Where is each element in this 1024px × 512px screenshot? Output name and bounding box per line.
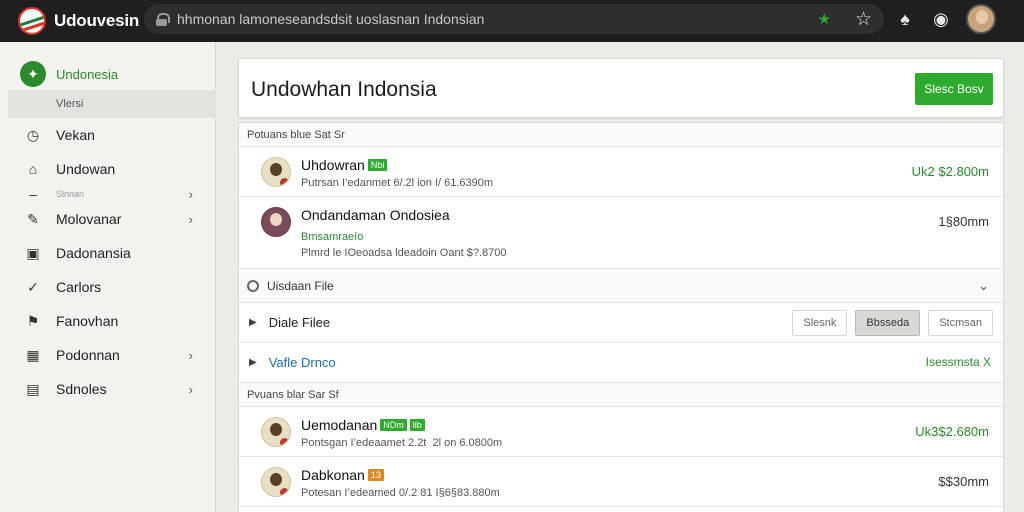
notification-icon[interactable]: ♠: [894, 9, 916, 30]
sidebar-item-label: Vekan: [56, 127, 95, 143]
primary-button[interactable]: Slesc Bosv: [915, 73, 993, 105]
address-bar[interactable]: hhmonan lamoneseandsdsit uoslasnan Indon…: [144, 4, 884, 34]
status-badge: NDm: [380, 419, 407, 431]
expand-label: Vafle Drnco: [268, 355, 336, 370]
person-name: Ondandaman Ondosiea: [301, 207, 450, 223]
sidebar-item-label: Dadonansia: [56, 245, 131, 261]
sidebar-item-label: Sdnoles: [56, 381, 107, 397]
list-item[interactable]: Uhdowran Nbi Putrsan I’edanmet 6/.2l ion …: [239, 147, 1003, 197]
person-name: Dabkonan 13: [301, 467, 384, 483]
lock-icon: [156, 12, 170, 26]
person-meta: Putrsan I’edanmet 6/.2l ion I/ 61.6390m: [301, 177, 494, 189]
list-item[interactable]: Uemodanan NDm lib Pontsgan I’edeaamet 2.2t…: [239, 407, 1003, 457]
square-icon: ▣: [26, 244, 40, 261]
list-item[interactable]: Ondandaman Ondosiea Bmsamraeío Plmrd le …: [239, 197, 1003, 269]
sidebar-item-fanovhan[interactable]: ⚑ Fanovhan: [0, 304, 215, 338]
avatar: [261, 157, 291, 187]
file-row[interactable]: Uisdaan File ⌄: [239, 269, 1003, 303]
sidebar-item-vekan[interactable]: ◷ Vekan: [0, 118, 215, 152]
avatar: [261, 417, 291, 447]
sidebar: ✦ Undonesia Vlersi ◷ Vekan ⌂ Undowan – S…: [0, 42, 216, 512]
home-icon: ⌂: [28, 161, 38, 177]
grid-icon: ▦: [26, 346, 40, 363]
button-group: Slesnk Bbsseda Stcmsan: [792, 310, 993, 336]
amount: Uk3$2.680m: [915, 424, 989, 439]
expand-label: Diale Filee: [268, 315, 331, 330]
sidebar-item-slnnan[interactable]: – Slnnan ›: [0, 186, 215, 202]
chevron-right-icon: ›: [188, 347, 193, 363]
chart-icon: ▤: [26, 380, 40, 397]
person-meta: Pontsgan I’edeaamet 2.2t 2l on 6.0800m: [301, 437, 503, 449]
sidebar-item-podonnan[interactable]: ▦ Podonnan ›: [0, 338, 215, 372]
app-logo-icon: [18, 7, 46, 35]
chevron-right-icon: ›: [188, 211, 193, 227]
expand-row[interactable]: ▶ Vafle Drnco Isessmsta X: [239, 343, 1003, 383]
person-name: Uemodanan NDm lib: [301, 417, 425, 433]
sidebar-item-undowan[interactable]: ⌂ Undowan: [0, 152, 215, 186]
sidebar-head[interactable]: ✦ Undonesia: [0, 58, 215, 90]
bookmark-star-icon[interactable]: ☆: [855, 8, 872, 31]
page-title: Undowhan Indonsia: [251, 78, 437, 101]
sidebar-item-molovanar[interactable]: ✎ Molovanar ›: [0, 202, 215, 236]
edit-icon: ✎: [27, 210, 39, 227]
status-badge: lib: [409, 419, 425, 431]
user-avatar[interactable]: [966, 4, 996, 34]
sidebar-item-label: Fanovhan: [56, 313, 119, 329]
sidebar-item-label: Carlors: [56, 279, 102, 295]
sidebar-item-label: Molovanar: [56, 211, 122, 227]
file-icon: [247, 279, 259, 292]
top-icons: ♠ ◉: [894, 4, 996, 34]
action-link[interactable]: Isessmsta X: [926, 355, 991, 369]
sidebar-item-carlors[interactable]: ✓ Carlors: [0, 270, 215, 304]
sidebar-item-sdnoles[interactable]: ▤ Sdnoles ›: [0, 372, 215, 406]
region-icon: ✦: [20, 61, 46, 87]
file-label: Uisdaan File: [267, 278, 334, 293]
amount: $$30mm: [938, 474, 989, 489]
check-circle-icon: ✓: [27, 278, 39, 295]
sidebar-head-label: Undonesia: [56, 66, 119, 82]
expand-arrow-icon[interactable]: ▶: [249, 357, 257, 368]
status-badge: Nbi: [367, 159, 388, 171]
chevron-right-icon: ›: [188, 186, 193, 202]
status-badge: 13: [367, 469, 384, 481]
green-star-icon[interactable]: ★: [818, 10, 831, 28]
sidebar-item-label: Slnnan: [56, 189, 85, 199]
amount: Uk2 $2.800m: [911, 164, 989, 179]
sidebar-item-label: Undowan: [56, 161, 116, 177]
content-list: Potuans blue Sat Sr Uhdowran Nbi Putrsan …: [238, 122, 1004, 512]
list-item[interactable]: Dabkonan 13 Potesan I’edeamed 0/.2 81 I§6…: [239, 457, 1003, 507]
sidebar-item-label: Podonnan: [56, 347, 120, 363]
option-button[interactable]: Stcmsan: [928, 310, 993, 336]
sidebar-sub-item[interactable]: Vlersi: [8, 90, 216, 118]
sidebar-item-dadonansia[interactable]: ▣ Dadonansia: [0, 236, 215, 270]
page-header: Undowhan Indonsia Slesc Bosv: [238, 58, 1004, 118]
person-meta: Plmrd le IOeoadsa ldeadoin Oant $?.8700: [301, 247, 507, 259]
app-name: Udouvesin: [54, 11, 140, 30]
person-meta: Potesan I’edeamed 0/.2 81 I§6§83.880m: [301, 487, 500, 499]
expand-row[interactable]: ▶ Diale Filee Slesnk Bbsseda Stcmsan: [239, 303, 1003, 343]
avatar: [261, 207, 291, 237]
clock-icon: ◷: [26, 126, 40, 143]
chevron-down-icon[interactable]: ⌄: [978, 278, 989, 294]
chat-icon[interactable]: ◉: [930, 9, 952, 30]
dash-icon: –: [29, 186, 37, 202]
url-text[interactable]: hhmonan lamoneseandsdsit uoslasnan Indon…: [177, 11, 818, 27]
amount: 1§80mm: [938, 214, 989, 229]
top-bar: Udouvesin hhmonan lamoneseandsdsit uosla…: [0, 0, 1024, 42]
section-title: Potuans blue Sat Sr: [239, 123, 1003, 147]
option-button[interactable]: Slesnk: [792, 310, 848, 336]
chevron-right-icon: ›: [188, 381, 193, 397]
expand-arrow-icon[interactable]: ▶: [249, 317, 257, 328]
flag-icon: ⚑: [26, 312, 40, 329]
brand[interactable]: Udouvesin: [0, 7, 140, 35]
person-name: Uhdowran Nbi: [301, 157, 388, 173]
person-subtitle: Bmsamraeío: [301, 231, 364, 243]
option-button-active[interactable]: Bbsseda: [855, 310, 921, 336]
section-title: Pvuans blar Sar Sf: [239, 383, 1003, 407]
avatar: [261, 467, 291, 497]
